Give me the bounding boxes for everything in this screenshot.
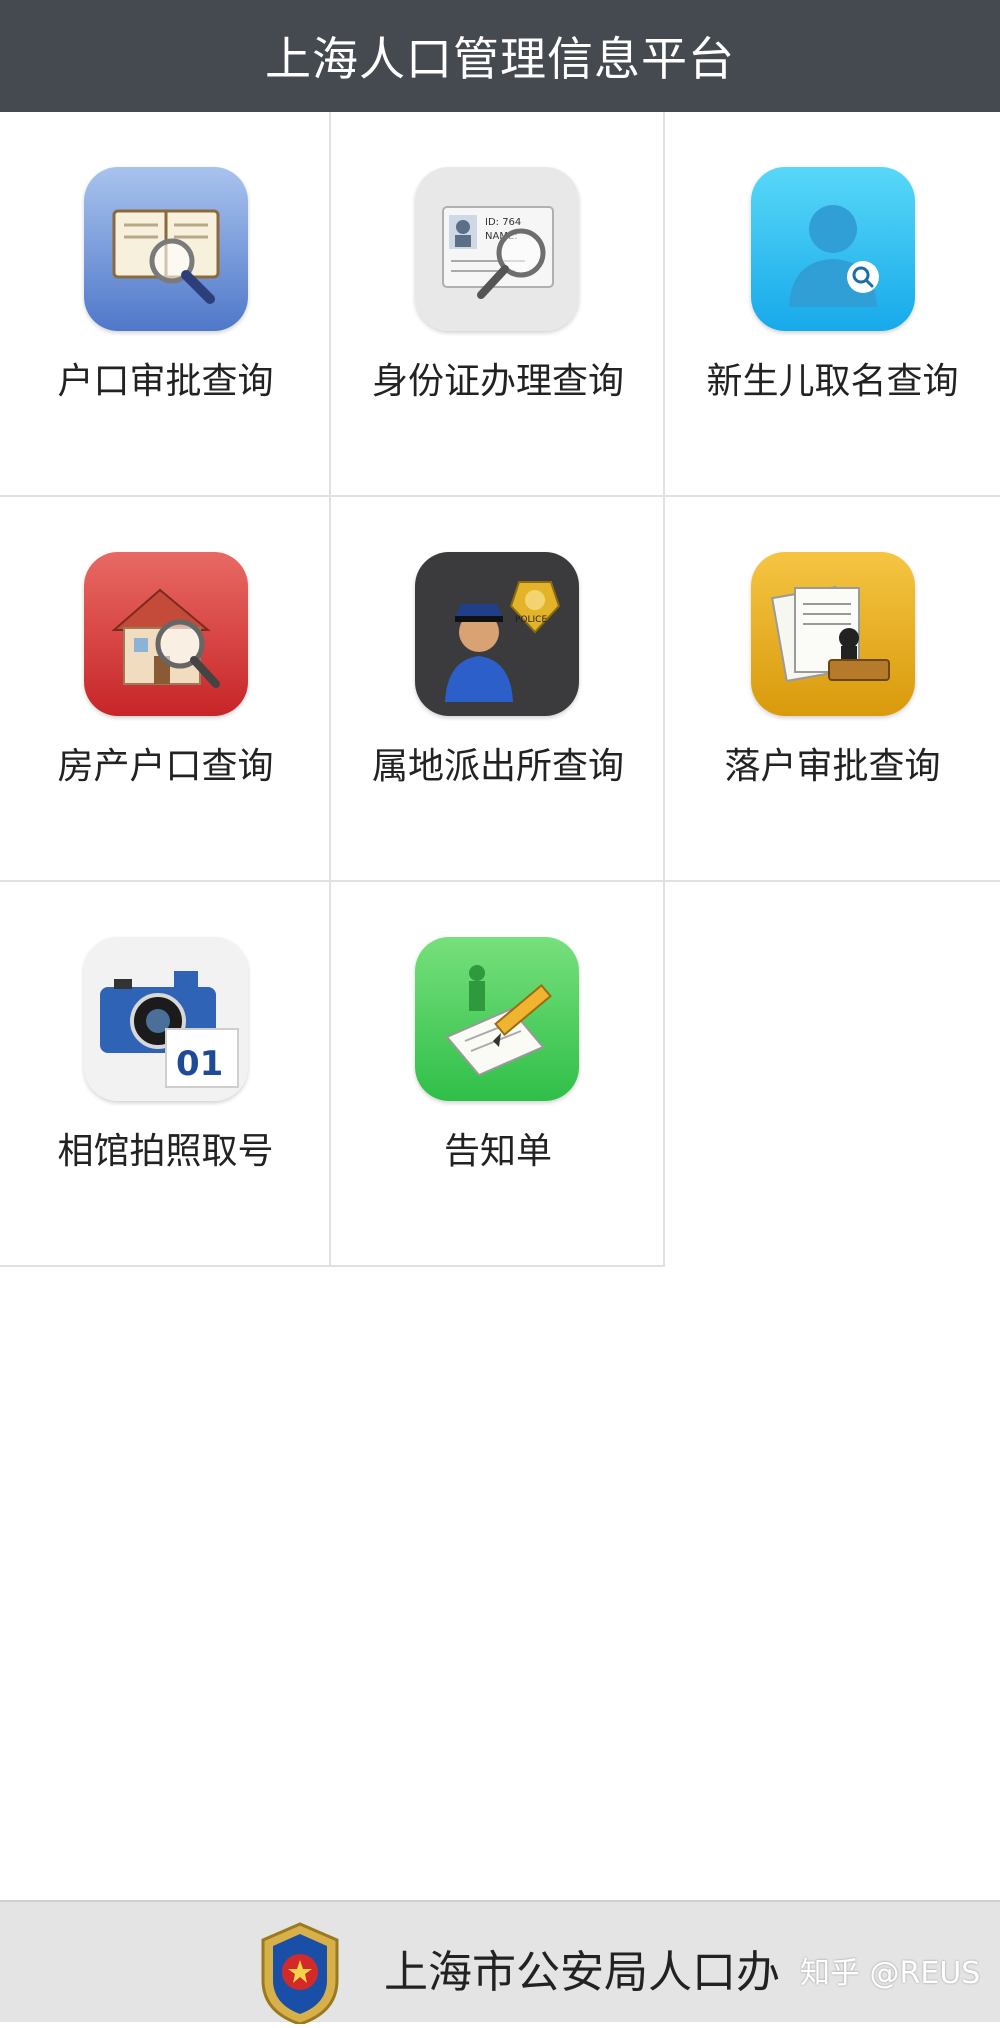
tile-label: 告知单 bbox=[443, 1131, 552, 1172]
tile-label: 新生儿取名查询 bbox=[706, 361, 959, 402]
tile-photo-studio[interactable]: 01 相馆拍照取号 bbox=[0, 882, 331, 1267]
notice-pencil-icon bbox=[415, 937, 579, 1101]
tile-house-household[interactable]: 房产户口查询 bbox=[0, 497, 331, 882]
footer: 上海市公安局人口办 知乎 @REUS bbox=[0, 1900, 1000, 2026]
police-station-icon: POLICE bbox=[415, 552, 579, 716]
newborn-name-search-icon bbox=[751, 167, 915, 331]
svg-text:ID: 764: ID: 764 bbox=[485, 217, 521, 228]
app-header: 上海人口管理信息平台 bbox=[0, 0, 1000, 112]
tile-id-card[interactable]: ID: 764 NAME: 身份证办理查询 bbox=[331, 112, 665, 497]
id-card-search-icon: ID: 764 NAME: bbox=[415, 167, 579, 331]
tile-label: 相馆拍照取号 bbox=[57, 1131, 274, 1172]
tile-settlement-approval[interactable]: 落户审批查询 bbox=[665, 497, 1000, 882]
tile-police-station[interactable]: POLICE 属地派出所查询 bbox=[331, 497, 665, 882]
page-title: 上海人口管理信息平台 bbox=[265, 32, 735, 86]
tile-household-approval[interactable]: 户口审批查询 bbox=[0, 112, 331, 497]
household-approval-search-icon bbox=[84, 167, 248, 331]
svg-text:01: 01 bbox=[176, 1044, 223, 1084]
svg-text:POLICE: POLICE bbox=[515, 615, 547, 625]
tile-label: 房产户口查询 bbox=[57, 746, 274, 787]
footer-department: 上海市公安局人口办 bbox=[384, 1947, 780, 1998]
tile-label: 属地派出所查询 bbox=[371, 746, 624, 787]
watermark: 知乎 @REUS bbox=[800, 1956, 981, 1991]
tile-label: 落户审批查询 bbox=[724, 746, 941, 787]
tile-notice[interactable]: 告知单 bbox=[331, 882, 665, 1267]
tile-label: 身份证办理查询 bbox=[371, 361, 624, 402]
service-grid: 户口审批查询 ID: 764 NAME: 身份证办理查询 新生儿取名查询 房产户… bbox=[0, 112, 1000, 1272]
police-emblem-icon bbox=[245, 1920, 355, 2026]
photo-studio-camera-icon: 01 bbox=[84, 937, 248, 1101]
house-household-search-icon bbox=[84, 552, 248, 716]
tile-label: 户口审批查询 bbox=[57, 361, 274, 402]
settlement-approval-stamp-icon bbox=[751, 552, 915, 716]
tile-newborn-name[interactable]: 新生儿取名查询 bbox=[665, 112, 1000, 497]
